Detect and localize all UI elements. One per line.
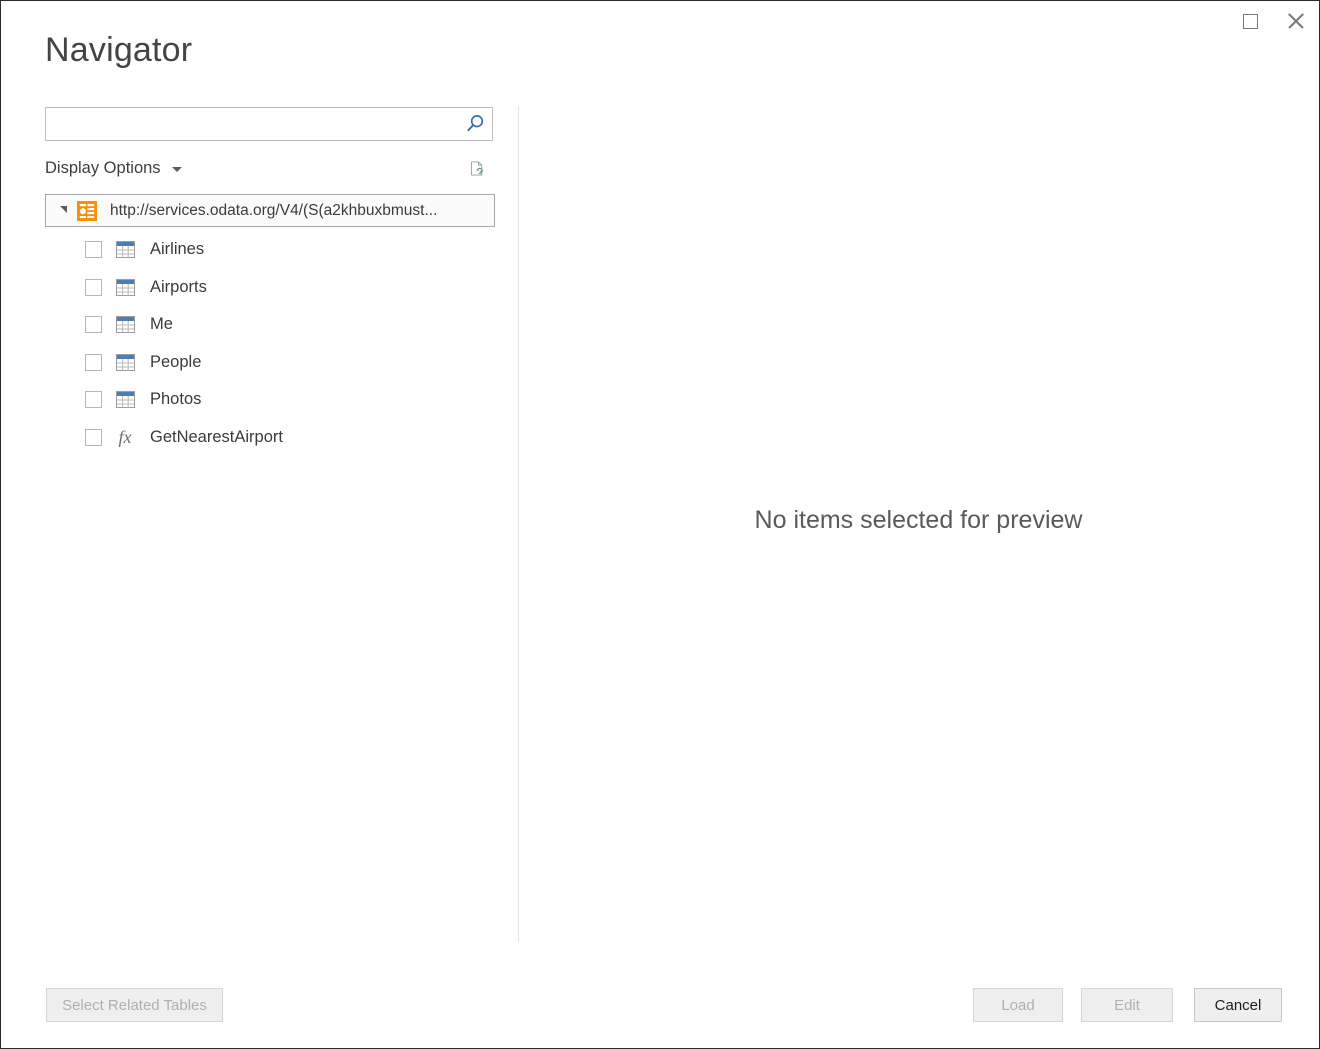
maximize-square-icon: [1243, 14, 1258, 29]
tree-item-label: Me: [150, 315, 173, 334]
tree-item-airlines[interactable]: Airlines: [45, 231, 495, 269]
edit-button[interactable]: Edit: [1081, 988, 1173, 1022]
table-icon: [114, 316, 136, 333]
checkbox-photos[interactable]: [85, 391, 102, 408]
cancel-button[interactable]: Cancel: [1194, 988, 1282, 1022]
tree-item-label: Photos: [150, 390, 201, 409]
table-icon: [114, 354, 136, 371]
tree-item-getnearestairport[interactable]: fx GetNearestAirport: [45, 419, 495, 457]
page-title: Navigator: [45, 29, 192, 71]
tree-item-label: Airports: [150, 278, 207, 297]
close-x-icon: [1286, 11, 1306, 31]
tree-item-airports[interactable]: Airports: [45, 269, 495, 307]
maximize-button[interactable]: [1227, 2, 1273, 40]
checkbox-getnearestairport[interactable]: [85, 429, 102, 446]
table-icon: [114, 391, 136, 408]
table-icon: [114, 241, 136, 258]
load-button[interactable]: Load: [973, 988, 1063, 1022]
tree-item-label: Airlines: [150, 240, 204, 259]
close-button[interactable]: [1273, 2, 1319, 40]
preview-pane: No items selected for preview: [519, 106, 1318, 942]
odata-service-icon: [77, 201, 97, 221]
checkbox-me[interactable]: [85, 316, 102, 333]
tree-item-people[interactable]: People: [45, 344, 495, 382]
checkbox-airlines[interactable]: [85, 241, 102, 258]
refresh-page-icon: [469, 157, 485, 180]
chevron-down-icon: [172, 167, 182, 172]
tree-children: Airlines Airports: [45, 227, 495, 456]
search-magnifier-icon: [464, 113, 486, 135]
window-controls: [1227, 1, 1319, 41]
select-related-tables-button[interactable]: Select Related Tables: [46, 988, 223, 1022]
tree-expander[interactable]: [55, 203, 71, 219]
search-input[interactable]: [46, 109, 458, 139]
tree-item-label: People: [150, 353, 201, 372]
table-icon: [114, 279, 136, 296]
refresh-button[interactable]: [463, 154, 491, 182]
preview-empty-message: No items selected for preview: [755, 506, 1083, 535]
source-tree: http://services.odata.org/V4/(S(a2khbuxb…: [45, 194, 495, 456]
display-options-label: Display Options: [45, 158, 161, 178]
dialog-footer: Select Related Tables Load Edit Cancel: [1, 962, 1319, 1048]
tree-root-label: http://services.odata.org/V4/(S(a2khbuxb…: [110, 202, 437, 220]
triangle-expanded-icon: [60, 206, 67, 213]
navigator-dialog: Navigator Display Options: [0, 0, 1320, 1049]
left-pane: Display Options: [45, 107, 495, 456]
tree-item-photos[interactable]: Photos: [45, 381, 495, 419]
checkbox-airports[interactable]: [85, 279, 102, 296]
search-box[interactable]: [45, 107, 493, 141]
tree-root-node[interactable]: http://services.odata.org/V4/(S(a2khbuxb…: [45, 194, 495, 227]
function-icon: fx: [114, 428, 136, 446]
options-row: Display Options: [45, 154, 493, 182]
display-options-dropdown[interactable]: Display Options: [45, 158, 182, 178]
search-button[interactable]: [458, 108, 492, 140]
tree-item-label: GetNearestAirport: [150, 428, 283, 447]
checkbox-people[interactable]: [85, 354, 102, 371]
tree-item-me[interactable]: Me: [45, 306, 495, 344]
